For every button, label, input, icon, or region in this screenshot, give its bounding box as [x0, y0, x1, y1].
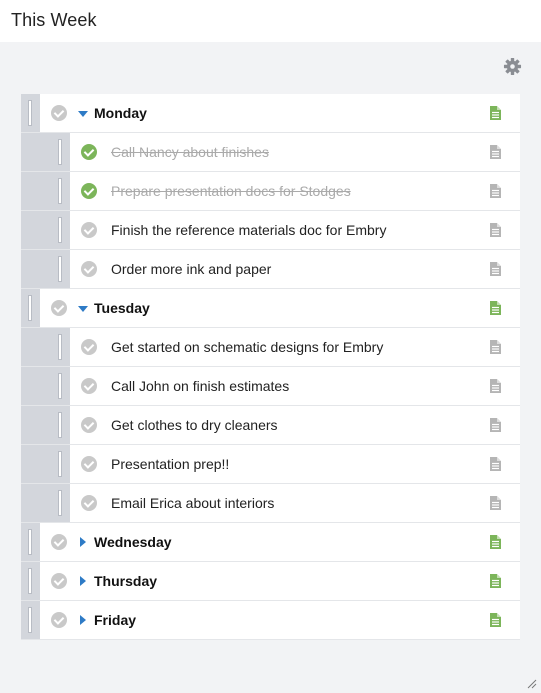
day-complete-check-icon[interactable]	[51, 534, 67, 550]
day-note-icon[interactable]	[490, 574, 501, 588]
task-label[interactable]: Get started on schematic designs for Emb…	[111, 339, 383, 355]
task-check-icon[interactable]	[81, 378, 97, 394]
drag-handle[interactable]	[51, 406, 70, 444]
task-note-icon[interactable]	[490, 223, 501, 237]
day-note-icon[interactable]	[490, 613, 501, 627]
task-indent	[21, 250, 51, 288]
day-label: Tuesday	[94, 300, 150, 316]
task-check-icon[interactable]	[81, 261, 97, 277]
window-title: This Week	[11, 10, 97, 30]
day-complete-check-icon[interactable]	[51, 105, 67, 121]
day-row-monday[interactable]: Monday	[21, 94, 520, 133]
drag-handle[interactable]	[51, 211, 70, 249]
drag-handle[interactable]	[21, 562, 40, 600]
task-check-icon[interactable]	[81, 339, 97, 355]
task-label[interactable]: Presentation prep!!	[111, 456, 229, 472]
task-indent	[21, 445, 51, 483]
day-label: Wednesday	[94, 534, 172, 550]
gear-icon[interactable]	[503, 57, 522, 76]
expand-caret-icon[interactable]	[80, 576, 86, 586]
resize-grip-icon[interactable]	[527, 679, 537, 689]
drag-handle[interactable]	[51, 328, 70, 366]
day-label: Thursday	[94, 573, 158, 589]
task-indent	[21, 172, 51, 210]
drag-handle[interactable]	[21, 289, 40, 327]
task-note-icon[interactable]	[490, 184, 501, 198]
task-indent	[21, 406, 51, 444]
task-check-icon[interactable]	[81, 417, 97, 433]
drag-handle[interactable]	[21, 523, 40, 561]
task-label[interactable]: Call John on finish estimates	[111, 378, 289, 394]
task-row[interactable]: Presentation prep!!	[21, 445, 520, 484]
task-done-check-icon[interactable]	[81, 183, 97, 199]
task-row[interactable]: Get started on schematic designs for Emb…	[21, 328, 520, 367]
task-indent	[21, 133, 51, 171]
task-label[interactable]: Finish the reference materials doc for E…	[111, 222, 386, 238]
task-note-icon[interactable]	[490, 340, 501, 354]
day-row-friday[interactable]: Friday	[21, 601, 520, 640]
day-label: Friday	[94, 612, 137, 628]
task-indent	[21, 367, 51, 405]
task-row[interactable]: Call John on finish estimates	[21, 367, 520, 406]
task-done-check-icon[interactable]	[81, 144, 97, 160]
task-check-icon[interactable]	[81, 222, 97, 238]
task-row[interactable]: Get clothes to dry cleaners	[21, 406, 520, 445]
day-row-thursday[interactable]: Thursday	[21, 562, 520, 601]
drag-handle[interactable]	[51, 445, 70, 483]
drag-handle[interactable]	[51, 484, 70, 522]
task-label[interactable]: Order more ink and paper	[111, 261, 271, 277]
task-note-icon[interactable]	[490, 379, 501, 393]
task-row[interactable]: Call Nancy about finishes	[21, 133, 520, 172]
task-indent	[21, 484, 51, 522]
day-row-wednesday[interactable]: Wednesday	[21, 523, 520, 562]
task-label[interactable]: Email Erica about interiors	[111, 495, 274, 511]
day-complete-check-icon[interactable]	[51, 300, 67, 316]
task-check-icon[interactable]	[81, 495, 97, 511]
task-check-icon[interactable]	[81, 456, 97, 472]
task-note-icon[interactable]	[490, 418, 501, 432]
task-label[interactable]: Call Nancy about finishes	[111, 144, 269, 160]
task-note-icon[interactable]	[490, 262, 501, 276]
drag-handle[interactable]	[51, 367, 70, 405]
collapse-caret-icon[interactable]	[78, 306, 88, 312]
drag-handle[interactable]	[21, 94, 40, 132]
week-task-list: Monday Call Nancy about finishes Prepare p…	[21, 94, 520, 640]
task-indent	[21, 211, 51, 249]
drag-handle[interactable]	[21, 601, 40, 639]
task-note-icon[interactable]	[490, 496, 501, 510]
drag-handle[interactable]	[51, 172, 70, 210]
task-indent	[21, 328, 51, 366]
task-row[interactable]: Email Erica about interiors	[21, 484, 520, 523]
day-note-icon[interactable]	[490, 106, 501, 120]
day-label: Monday	[94, 105, 147, 121]
day-row-tuesday[interactable]: Tuesday	[21, 289, 520, 328]
drag-handle[interactable]	[51, 133, 70, 171]
collapse-caret-icon[interactable]	[78, 111, 88, 117]
task-row[interactable]: Order more ink and paper	[21, 250, 520, 289]
day-note-icon[interactable]	[490, 301, 501, 315]
expand-caret-icon[interactable]	[80, 615, 86, 625]
window-titlebar: This Week	[0, 0, 541, 42]
task-label[interactable]: Prepare presentation docs for Stodges	[111, 183, 351, 199]
task-row[interactable]: Prepare presentation docs for Stodges	[21, 172, 520, 211]
day-complete-check-icon[interactable]	[51, 612, 67, 628]
day-note-icon[interactable]	[490, 535, 501, 549]
task-note-icon[interactable]	[490, 145, 501, 159]
task-note-icon[interactable]	[490, 457, 501, 471]
task-row[interactable]: Finish the reference materials doc for E…	[21, 211, 520, 250]
day-complete-check-icon[interactable]	[51, 573, 67, 589]
drag-handle[interactable]	[51, 250, 70, 288]
task-label[interactable]: Get clothes to dry cleaners	[111, 417, 278, 433]
expand-caret-icon[interactable]	[80, 537, 86, 547]
